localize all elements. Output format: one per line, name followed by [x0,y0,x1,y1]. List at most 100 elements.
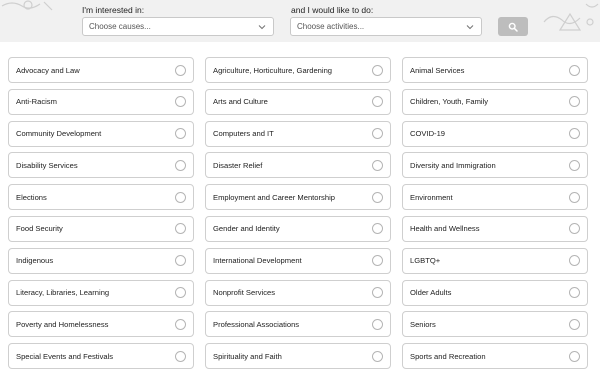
causes-dropdown[interactable]: Choose causes... [82,17,274,36]
filter-bar: I'm interested in: Choose causes... and … [0,0,600,42]
radio-button[interactable] [175,287,186,299]
cause-option-label: COVID-19 [410,129,446,139]
cause-option[interactable]: Nonprofit Services [205,279,391,306]
cause-option-label: Environment [410,192,453,202]
radio-button[interactable] [372,350,383,362]
cause-option-label: Seniors [410,319,436,329]
chevron-down-icon [466,24,474,29]
cause-option[interactable]: Community Development [8,120,194,147]
cause-option-label: Children, Youth, Family [410,97,489,107]
cause-option[interactable]: Special Events and Festivals [8,343,194,370]
cause-option[interactable]: Poverty and Homelessness [8,311,194,338]
radio-button[interactable] [175,159,186,171]
radio-button[interactable] [569,350,580,362]
cause-option-label: LGBTQ+ [410,256,441,266]
radio-button[interactable] [175,255,186,267]
radio-button[interactable] [175,64,186,76]
radio-button[interactable] [569,191,580,203]
cause-option[interactable]: Literacy, Libraries, Learning [8,279,194,306]
cause-option-label: Community Development [16,129,102,139]
cause-option-label: Indigenous [16,256,54,266]
cause-option[interactable]: Indigenous [8,247,194,274]
radio-button[interactable] [372,96,383,108]
cause-option-label: International Development [213,256,302,266]
cause-option[interactable]: Elections [8,184,194,211]
cause-option[interactable]: Environment [402,184,588,211]
cause-option[interactable]: Employment and Career Mentorship [205,184,391,211]
cause-option[interactable]: Disability Services [8,152,194,179]
cause-option-label: Gender and Identity [213,224,280,234]
cause-option-label: Professional Associations [213,319,300,329]
radio-button[interactable] [372,64,383,76]
cause-option-label: Arts and Culture [213,97,268,107]
cause-option-label: Anti-Racism [16,97,57,107]
radio-button[interactable] [372,159,383,171]
search-button[interactable] [498,17,528,36]
cause-option-label: Spirituality and Faith [213,351,282,361]
cause-option-label: Advocacy and Law [16,65,80,75]
radio-button[interactable] [569,287,580,299]
radio-button[interactable] [372,318,383,330]
cause-option-label: Sports and Recreation [410,351,486,361]
radio-button[interactable] [175,128,186,140]
cause-option[interactable]: Animal Services [402,57,588,83]
cause-option[interactable]: Health and Wellness [402,215,588,242]
radio-button[interactable] [175,318,186,330]
radio-button[interactable] [175,96,186,108]
cause-option[interactable]: Seniors [402,311,588,338]
cause-option[interactable]: Arts and Culture [205,88,391,115]
cause-option-label: Poverty and Homelessness [16,319,109,329]
cause-option-label: Employment and Career Mentorship [213,192,335,202]
radio-button[interactable] [372,191,383,203]
cause-option[interactable]: Professional Associations [205,311,391,338]
cause-option-label: Nonprofit Services [213,288,276,298]
cause-option[interactable]: Older Adults [402,279,588,306]
cause-option[interactable]: International Development [205,247,391,274]
radio-button[interactable] [569,64,580,76]
doodle-decoration-left [1,0,53,11]
radio-button[interactable] [372,287,383,299]
radio-button[interactable] [372,255,383,267]
cause-option-label: Animal Services [410,65,465,75]
search-icon [508,22,518,32]
radio-button[interactable] [175,191,186,203]
causes-placeholder: Choose causes... [89,22,151,31]
radio-button[interactable] [372,223,383,235]
cause-option[interactable]: Food Security [8,215,194,242]
cause-option-label: Older Adults [410,288,452,298]
cause-option-label: Literacy, Libraries, Learning [16,288,110,298]
radio-button[interactable] [175,350,186,362]
chevron-down-icon [258,24,266,29]
cause-option-label: Food Security [16,224,63,234]
activities-dropdown[interactable]: Choose activities... [290,17,482,36]
activities-label: and I would like to do: [291,5,374,15]
cause-option[interactable]: Advocacy and Law [8,57,194,83]
radio-button[interactable] [569,128,580,140]
doodle-decoration-right [543,3,599,31]
radio-button[interactable] [175,223,186,235]
cause-option[interactable]: Diversity and Immigration [402,152,588,179]
radio-button[interactable] [569,255,580,267]
cause-option[interactable]: Disaster Relief [205,152,391,179]
cause-option-label: Computers and IT [213,129,274,139]
causes-label: I'm interested in: [82,5,145,15]
cause-option-label: Elections [16,192,47,202]
cause-option[interactable]: Computers and IT [205,120,391,147]
radio-button[interactable] [569,96,580,108]
radio-button[interactable] [569,223,580,235]
cause-option[interactable]: Gender and Identity [205,215,391,242]
cause-option[interactable]: Anti-Racism [8,88,194,115]
cause-option[interactable]: Children, Youth, Family [402,88,588,115]
cause-option-label: Agriculture, Horticulture, Gardening [213,65,333,75]
cause-option[interactable]: Sports and Recreation [402,343,588,370]
cause-option-label: Disability Services [16,160,78,170]
radio-button[interactable] [569,159,580,171]
cause-option[interactable]: Agriculture, Horticulture, Gardening [205,57,391,83]
radio-button[interactable] [569,318,580,330]
radio-button[interactable] [372,128,383,140]
cause-option[interactable]: LGBTQ+ [402,247,588,274]
cause-option-label: Health and Wellness [410,224,480,234]
cause-option-label: Disaster Relief [213,160,263,170]
cause-option[interactable]: Spirituality and Faith [205,343,391,370]
cause-option[interactable]: COVID-19 [402,120,588,147]
